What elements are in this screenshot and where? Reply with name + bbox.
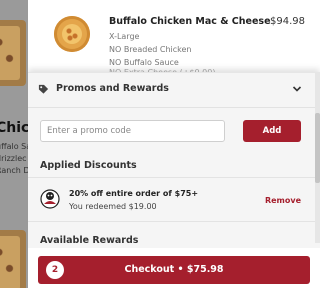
scrollbar-track[interactable]	[315, 73, 320, 243]
checkout-bar: 2 Checkout • $75.98	[28, 248, 320, 288]
chevron-down-icon[interactable]	[292, 84, 302, 94]
background-pizza-image	[0, 230, 26, 288]
promos-title: Promos and Rewards	[56, 83, 169, 94]
item-price: $94.98	[270, 16, 305, 27]
item-thumbnail	[54, 16, 90, 52]
scrollbar-thumb[interactable]	[315, 113, 320, 183]
background-product-desc: uffalo Sa	[0, 142, 28, 151]
divider	[28, 177, 320, 178]
background-menu-page: Chick uffalo Sa drizzlec Ranch D	[0, 0, 28, 288]
background-product-title: Chick	[0, 120, 28, 136]
background-product-desc: Ranch D	[0, 166, 28, 175]
add-promo-button[interactable]: Add	[243, 120, 301, 142]
applied-discounts-heading: Applied Discounts	[40, 160, 137, 171]
item-option: X-Large	[109, 32, 140, 41]
item-option: NO Breaded Chicken	[109, 45, 192, 54]
background-product-desc: drizzlec	[0, 154, 27, 163]
mascot-icon	[40, 189, 60, 209]
tag-icon	[38, 84, 49, 94]
cart-item[interactable]: Buffalo Chicken Mac & Cheese $94.98 X-La…	[28, 0, 320, 77]
discount-amount: You redeemed $19.00	[69, 202, 157, 211]
item-option: NO Buffalo Sauce	[109, 58, 179, 67]
discount-title: 20% off entire order of $75+	[69, 189, 199, 198]
remove-discount-link[interactable]: Remove	[265, 196, 301, 205]
promo-code-input[interactable]	[40, 120, 225, 142]
promos-header[interactable]: Promos and Rewards	[28, 73, 320, 108]
divider	[28, 221, 320, 222]
cart-panel: Buffalo Chicken Mac & Cheese $94.98 X-La…	[28, 0, 320, 288]
item-name: Buffalo Chicken Mac & Cheese	[109, 16, 271, 27]
available-rewards-heading: Available Rewards	[40, 235, 139, 246]
checkout-button[interactable]: 2 Checkout • $75.98	[38, 256, 310, 284]
checkout-label: Checkout • $75.98	[124, 264, 224, 275]
background-pizza-image	[0, 20, 26, 86]
